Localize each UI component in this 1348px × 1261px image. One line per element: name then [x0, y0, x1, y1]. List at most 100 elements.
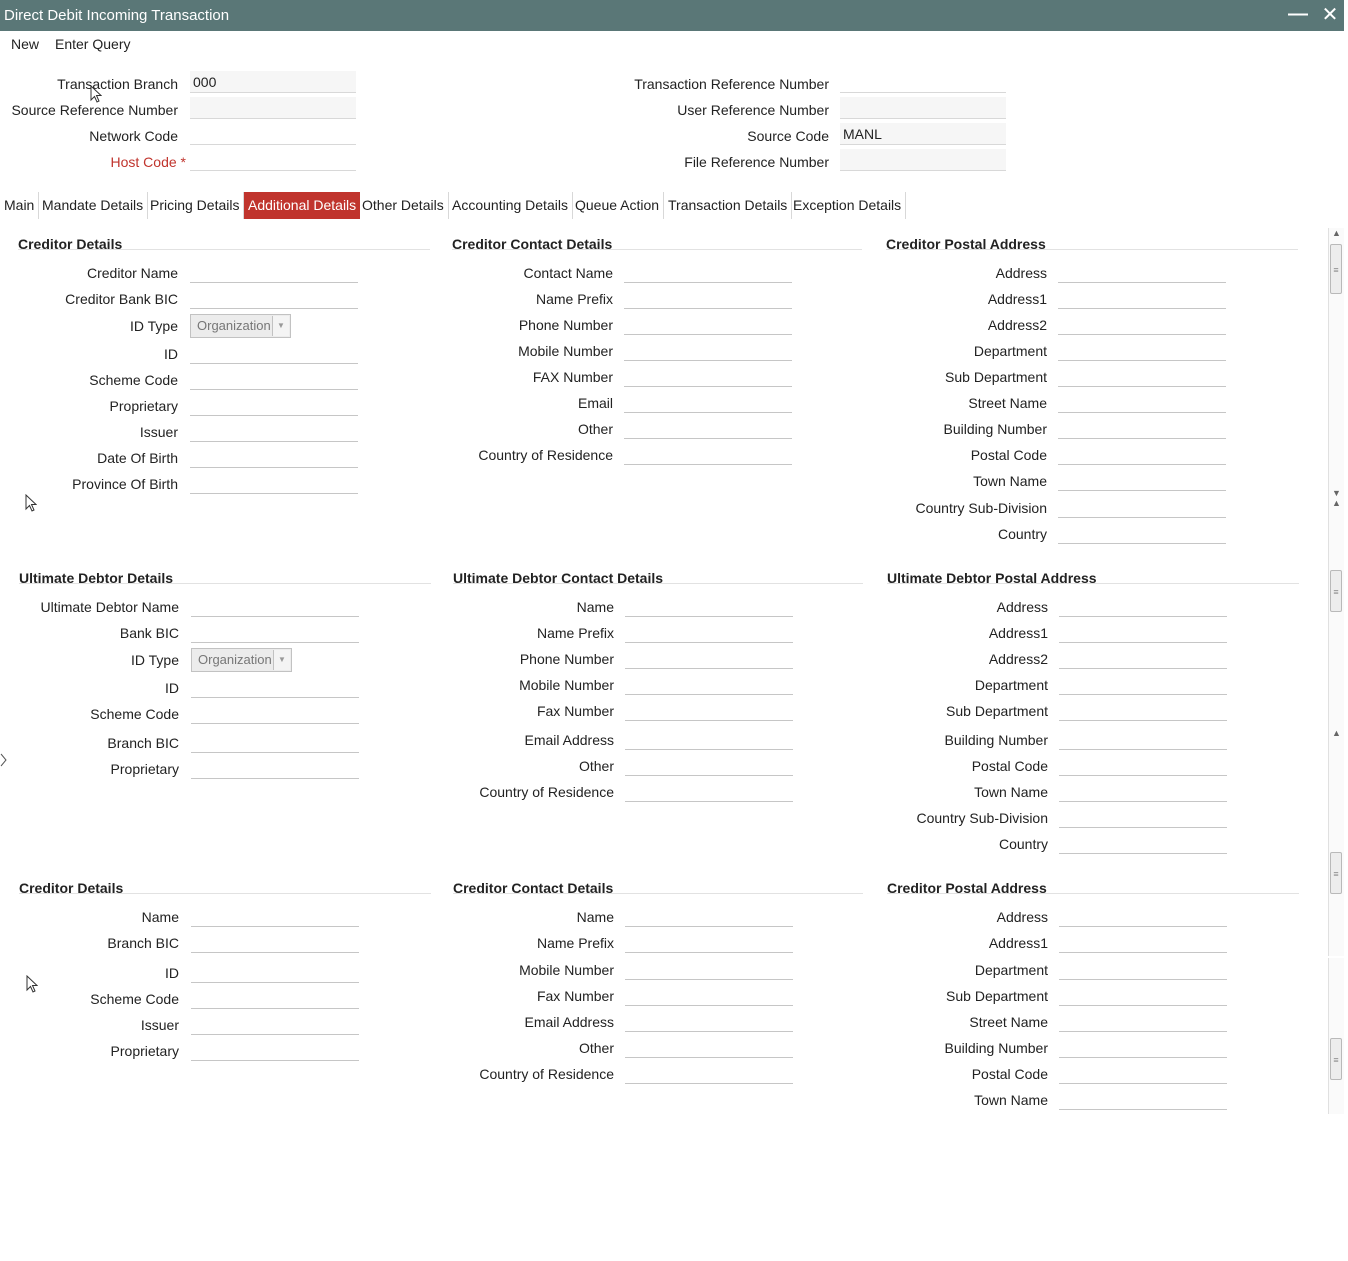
address1-field[interactable]	[1059, 931, 1227, 953]
scrollbar-creditor-group-3[interactable]: ≡	[1328, 958, 1344, 1114]
transaction-reference-number-field[interactable]	[840, 71, 1006, 93]
country-sub-division-field[interactable]	[1058, 496, 1226, 518]
scroll-thumb[interactable]: ≡	[1330, 570, 1342, 612]
minimize-icon[interactable]: —	[1286, 0, 1310, 31]
name-field[interactable]	[625, 905, 793, 927]
scheme-code-field[interactable]	[191, 702, 359, 724]
country-field[interactable]	[1059, 832, 1227, 854]
tab-main[interactable]: Main	[0, 192, 40, 219]
other-field[interactable]	[625, 1036, 793, 1058]
country-of-residence-field[interactable]	[625, 1062, 793, 1084]
tab-exception-details[interactable]: Exception Details	[789, 192, 907, 219]
collapse-chevron-icon[interactable]	[0, 753, 8, 767]
name-prefix-field[interactable]	[625, 931, 793, 953]
tab-queue-action[interactable]: Queue Action	[571, 192, 665, 219]
tab-transaction-details[interactable]: Transaction Details	[664, 192, 793, 219]
name-field[interactable]	[191, 905, 359, 927]
address-field[interactable]	[1058, 261, 1226, 283]
scroll-thumb[interactable]: ≡	[1330, 244, 1342, 294]
scheme-code-field[interactable]	[191, 987, 359, 1009]
country-of-residence-field[interactable]	[625, 780, 793, 802]
scrollbar-ultimate-debtor-group[interactable]: ▲ ≡	[1328, 498, 1344, 728]
email-address-field[interactable]	[625, 1010, 793, 1032]
date-of-birth-field[interactable]	[190, 446, 358, 468]
user-reference-number-field[interactable]	[840, 97, 1006, 119]
scroll-up-icon[interactable]: ▲	[1329, 498, 1344, 508]
name-field[interactable]	[625, 595, 793, 617]
sub-department-field[interactable]	[1058, 365, 1226, 387]
building-number-field[interactable]	[1059, 728, 1227, 750]
id-field[interactable]	[190, 342, 358, 364]
postal-code-field[interactable]	[1059, 754, 1227, 776]
email-address-field[interactable]	[625, 728, 793, 750]
close-icon[interactable]: ✕	[1318, 0, 1342, 31]
scroll-up-icon[interactable]: ▲	[1329, 228, 1344, 238]
branch-bic-field[interactable]	[191, 931, 359, 953]
phone-number-field[interactable]	[625, 647, 793, 669]
scrollbar-creditor-group[interactable]: ▲ ≡ ▼	[1328, 228, 1344, 498]
mobile-number-field[interactable]	[624, 339, 792, 361]
host-code-field[interactable]	[190, 149, 356, 171]
sub-department-field[interactable]	[1059, 984, 1227, 1006]
branch-bic-field[interactable]	[191, 731, 359, 753]
scroll-down-icon[interactable]: ▼	[1329, 488, 1344, 498]
address2-field[interactable]	[1058, 313, 1226, 335]
bank-bic-field[interactable]	[191, 621, 359, 643]
id-field[interactable]	[191, 676, 359, 698]
street-name-field[interactable]	[1058, 391, 1226, 413]
other-field[interactable]	[624, 417, 792, 439]
issuer-field[interactable]	[190, 420, 358, 442]
name-prefix-field[interactable]	[625, 621, 793, 643]
tab-mandate-details[interactable]: Mandate Details	[38, 192, 149, 219]
street-name-field[interactable]	[1059, 1010, 1227, 1032]
proprietary-field[interactable]	[190, 394, 358, 416]
country-field[interactable]	[1058, 522, 1226, 544]
building-number-field[interactable]	[1058, 417, 1226, 439]
scheme-code-field[interactable]	[190, 368, 358, 390]
building-number-field[interactable]	[1059, 1036, 1227, 1058]
tab-additional-details[interactable]: Additional Details	[244, 192, 361, 219]
address-field[interactable]	[1059, 905, 1227, 927]
tab-other-details[interactable]: Other Details	[358, 192, 449, 219]
address1-field[interactable]	[1059, 621, 1227, 643]
email-field[interactable]	[624, 391, 792, 413]
scroll-thumb[interactable]: ≡	[1330, 852, 1342, 894]
fax-number-field[interactable]	[624, 365, 792, 387]
town-name-field[interactable]	[1059, 780, 1227, 802]
scroll-thumb[interactable]: ≡	[1330, 1038, 1342, 1080]
proprietary-field[interactable]	[191, 757, 359, 779]
scrollbar-creditor-group-2[interactable]: ▲ ≡	[1328, 728, 1344, 956]
tab-accounting-details[interactable]: Accounting Details	[448, 192, 573, 219]
mobile-number-field[interactable]	[625, 673, 793, 695]
address1-field[interactable]	[1058, 287, 1226, 309]
mobile-number-field[interactable]	[625, 958, 793, 980]
transaction-branch-field[interactable]: 000	[190, 71, 356, 93]
creditor-name-field[interactable]	[190, 261, 358, 283]
id-field[interactable]	[191, 961, 359, 983]
postal-code-field[interactable]	[1059, 1062, 1227, 1084]
sub-department-field[interactable]	[1059, 699, 1227, 721]
country-sub-division-field[interactable]	[1059, 806, 1227, 828]
source-code-field[interactable]: MANL	[840, 123, 1006, 145]
phone-number-field[interactable]	[624, 313, 792, 335]
network-code-field[interactable]	[190, 123, 356, 145]
other-field[interactable]	[625, 754, 793, 776]
department-field[interactable]	[1059, 673, 1227, 695]
proprietary-field[interactable]	[191, 1039, 359, 1061]
id-type-select[interactable]: Organization ▼	[191, 648, 292, 672]
postal-code-field[interactable]	[1058, 443, 1226, 465]
contact-name-field[interactable]	[624, 261, 792, 283]
creditor-bank-bic-field[interactable]	[190, 287, 358, 309]
department-field[interactable]	[1059, 958, 1227, 980]
country-of-residence-field[interactable]	[624, 443, 792, 465]
id-type-select[interactable]: Organization ▼	[190, 314, 291, 338]
chevron-down-icon[interactable]: ▼	[272, 316, 289, 336]
fax-number-field[interactable]	[625, 984, 793, 1006]
tab-pricing-details[interactable]: Pricing Details	[146, 192, 245, 219]
town-name-field[interactable]	[1058, 469, 1226, 491]
source-reference-number-field[interactable]	[190, 97, 356, 119]
name-prefix-field[interactable]	[624, 287, 792, 309]
province-of-birth-field[interactable]	[190, 472, 358, 494]
address2-field[interactable]	[1059, 647, 1227, 669]
fax-number-field[interactable]	[625, 699, 793, 721]
